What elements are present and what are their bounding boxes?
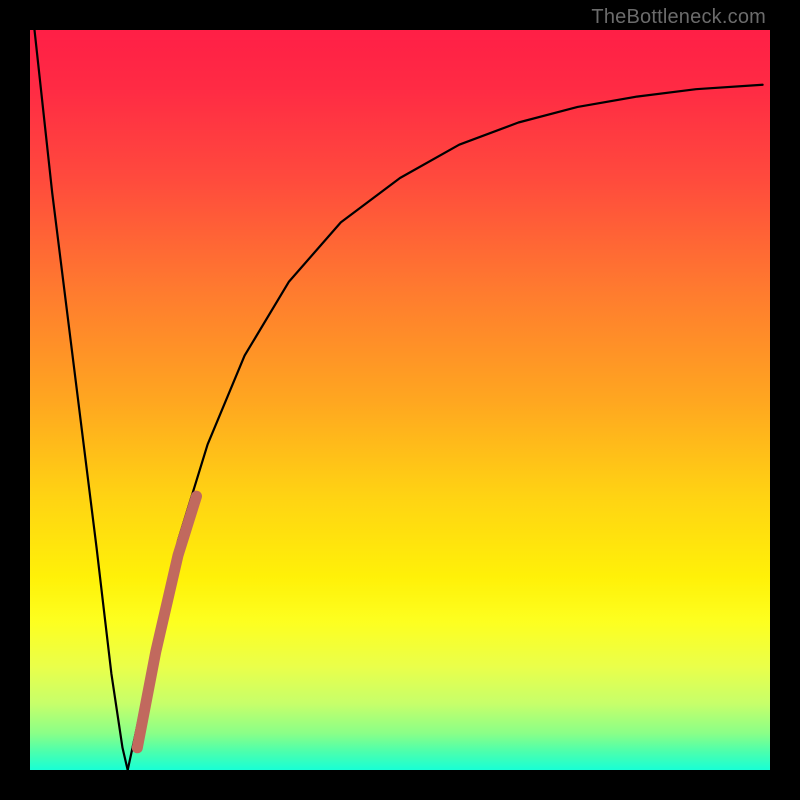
chart-frame: TheBottleneck.com <box>0 0 800 800</box>
watermark-text: TheBottleneck.com <box>591 6 766 29</box>
curve-left-drop <box>34 30 128 770</box>
plot-area <box>30 30 770 770</box>
curve-highlight-segment <box>137 496 196 748</box>
curve-right-rise <box>128 85 763 770</box>
curves-layer <box>30 30 770 770</box>
